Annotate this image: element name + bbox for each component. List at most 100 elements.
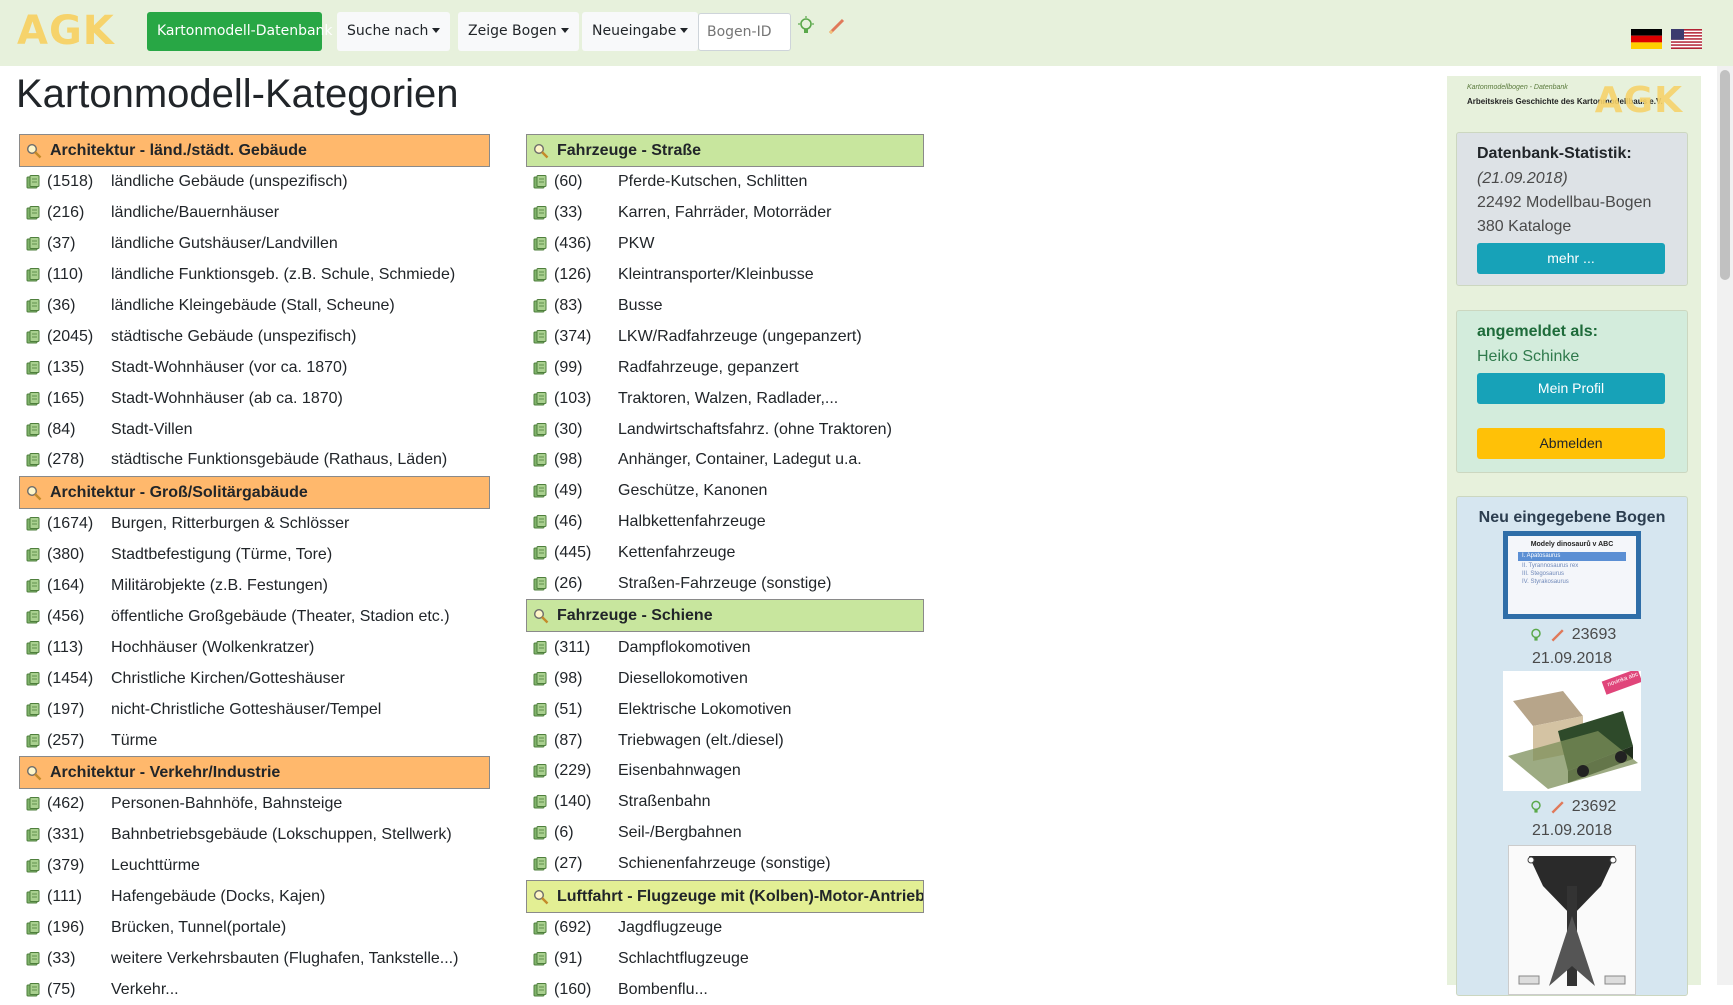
subcategory-label[interactable]: Triebwagen (elt./diesel)	[618, 732, 784, 750]
sheet-thumbnail[interactable]	[1508, 845, 1636, 995]
book-icon[interactable]	[25, 452, 41, 468]
book-icon[interactable]	[532, 391, 548, 407]
lightbulb-icon[interactable]	[796, 16, 816, 36]
subcategory-label[interactable]: Kettenfahrzeuge	[618, 544, 735, 562]
book-icon[interactable]	[25, 516, 41, 532]
subcategory-item[interactable]: (36) ländliche Kleingebäude (Stall, Scheu…	[19, 291, 490, 322]
book-icon[interactable]	[25, 329, 41, 345]
subcategory-item[interactable]: (165) Stadt-Wohnhäuser (ab ca. 1870)	[19, 383, 490, 414]
subcategory-label[interactable]: Burgen, Ritterburgen & Schlösser	[111, 515, 349, 533]
category-header[interactable]: Architektur - Verkehr/Industrie	[19, 756, 490, 790]
book-icon[interactable]	[25, 391, 41, 407]
subcategory-item[interactable]: (380) Stadtbefestigung (Türme, Tore)	[19, 540, 490, 571]
subcategory-label[interactable]: städtische Gebäude (unspezifisch)	[111, 328, 356, 346]
subcategory-label[interactable]: Hafengebäude (Docks, Kajen)	[111, 888, 325, 906]
subcategory-item[interactable]: (110) ländliche Funktionsgeb. (z.B. Schul…	[19, 260, 490, 291]
book-icon[interactable]	[532, 174, 548, 190]
subcategory-item[interactable]: (33) Karren, Fahrräder, Motorräder	[526, 198, 924, 229]
book-icon[interactable]	[25, 702, 41, 718]
subcategory-item[interactable]: (257) Türme	[19, 725, 490, 756]
book-icon[interactable]	[532, 267, 548, 283]
subcategory-item[interactable]: (99) Radfahrzeuge, gepanzert	[526, 352, 924, 383]
pencil-icon[interactable]	[827, 16, 847, 36]
scrollbar-thumb[interactable]	[1720, 70, 1730, 280]
new-entry-menu[interactable]: Neueingabe	[582, 12, 699, 51]
book-icon[interactable]	[25, 205, 41, 221]
search-menu[interactable]: Suche nach	[337, 12, 451, 51]
subcategory-item[interactable]: (1674) Burgen, Ritterburgen & Schlösser	[19, 509, 490, 540]
subcategory-label[interactable]: Anhänger, Container, Ladegut u.a.	[618, 451, 862, 469]
subcategory-label[interactable]: LKW/Radfahrzeuge (ungepanzert)	[618, 328, 862, 346]
book-icon[interactable]	[25, 951, 41, 967]
subcategory-item[interactable]: (140) Straßenbahn	[526, 787, 924, 818]
book-icon[interactable]	[532, 483, 548, 499]
book-icon[interactable]	[532, 702, 548, 718]
book-icon[interactable]	[25, 547, 41, 563]
subcategory-label[interactable]: Stadt-Wohnhäuser (vor ca. 1870)	[111, 359, 347, 377]
database-button[interactable]: Kartonmodell-Datenbank	[147, 12, 333, 51]
subcategory-item[interactable]: (1454) Christliche Kirchen/Gotteshäuser	[19, 663, 490, 694]
subcategory-item[interactable]: (436) PKW	[526, 229, 924, 260]
subcategory-item[interactable]: (216) ländliche/Bauernhäuser	[19, 198, 490, 229]
agk-logo[interactable]: Kartonmodellbogen - Datenbank Arbeitskre…	[1467, 80, 1683, 121]
subcategory-label[interactable]: Geschütze, Kanonen	[618, 482, 767, 500]
subcategory-item[interactable]: (126) Kleintransporter/Kleinbusse	[526, 260, 924, 291]
magnifier-icon[interactable]	[26, 485, 42, 501]
subcategory-item[interactable]: (379) Leuchttürme	[19, 851, 490, 882]
subcategory-item[interactable]: (60) Pferde-Kutschen, Schlitten	[526, 167, 924, 198]
book-icon[interactable]	[25, 858, 41, 874]
book-icon[interactable]	[25, 422, 41, 438]
category-header[interactable]: Architektur - länd./städt. Gebäude	[19, 134, 490, 167]
subcategory-label[interactable]: Radfahrzeuge, gepanzert	[618, 359, 799, 377]
book-icon[interactable]	[532, 329, 548, 345]
sheet-id[interactable]: 23692	[1572, 798, 1617, 816]
pencil-icon[interactable]	[1550, 799, 1566, 815]
show-menu[interactable]: Zeige Bogen	[458, 12, 579, 51]
subcategory-item[interactable]: (445) Kettenfahrzeuge	[526, 538, 924, 569]
category-header[interactable]: Architektur - Groß/Solitärgabäude	[19, 475, 490, 509]
book-icon[interactable]	[532, 545, 548, 561]
book-icon[interactable]	[25, 889, 41, 905]
subcategory-item[interactable]: (26) Straßen-Fahrzeuge (sonstige)	[526, 569, 924, 600]
book-icon[interactable]	[532, 422, 548, 438]
subcategory-label[interactable]: ländliche Kleingebäude (Stall, Scheune)	[111, 297, 395, 315]
subcategory-label[interactable]: Christliche Kirchen/Gotteshäuser	[111, 670, 345, 688]
subcategory-item[interactable]: (331) Bahnbetriebsgebäude (Lokschuppen, S…	[19, 820, 490, 851]
subcategory-item[interactable]: (1518) ländliche Gebäude (unspezifisch)	[19, 167, 490, 198]
book-icon[interactable]	[25, 267, 41, 283]
book-icon[interactable]	[25, 360, 41, 376]
subcategory-label[interactable]: Dampflokomotiven	[618, 639, 751, 657]
subcategory-label[interactable]: Stadtbefestigung (Türme, Tore)	[111, 546, 332, 564]
lightbulb-icon[interactable]	[1528, 799, 1544, 815]
book-icon[interactable]	[532, 576, 548, 592]
book-icon[interactable]	[532, 514, 548, 530]
magnifier-icon[interactable]	[533, 608, 549, 624]
logout-button[interactable]: Abmelden	[1477, 428, 1665, 459]
book-icon[interactable]	[532, 205, 548, 221]
subcategory-item[interactable]: (46) Halbkettenfahrzeuge	[526, 507, 924, 538]
book-icon[interactable]	[532, 982, 548, 998]
book-icon[interactable]	[25, 640, 41, 656]
pencil-icon[interactable]	[1550, 627, 1566, 643]
book-icon[interactable]	[25, 796, 41, 812]
category-header[interactable]: Fahrzeuge - Straße	[526, 134, 924, 167]
subcategory-label[interactable]: Kleintransporter/Kleinbusse	[618, 266, 814, 284]
subcategory-label[interactable]: Verkehr...	[111, 981, 179, 999]
subcategory-label[interactable]: weitere Verkehrsbauten (Flughafen, Tanks…	[111, 950, 458, 968]
subcategory-item[interactable]: (692) Jagdflugzeuge	[526, 913, 924, 944]
subcategory-label[interactable]: ländliche Funktionsgeb. (z.B. Schule, Sc…	[111, 266, 455, 284]
subcategory-label[interactable]: Personen-Bahnhöfe, Bahnsteige	[111, 795, 342, 813]
subcategory-label[interactable]: Schlachtflugzeuge	[618, 950, 749, 968]
subcategory-item[interactable]: (49) Geschütze, Kanonen	[526, 476, 924, 507]
subcategory-item[interactable]: (51) Elektrische Lokomotiven	[526, 694, 924, 725]
book-icon[interactable]	[25, 982, 41, 998]
subcategory-item[interactable]: (456) öffentliche Großgebäude (Theater, S…	[19, 602, 490, 633]
subcategory-item[interactable]: (311) Dampflokomotiven	[526, 632, 924, 663]
category-header[interactable]: Luftfahrt - Flugzeuge mit (Kolben)-Motor…	[526, 879, 924, 913]
bogen-id-input[interactable]	[698, 13, 791, 51]
subcategory-item[interactable]: (98) Anhänger, Container, Ladegut u.a.	[526, 445, 924, 476]
sheet-thumbnail[interactable]: Modely dinosaurů v ABC I. Apatosaurus II…	[1503, 531, 1641, 619]
subcategory-item[interactable]: (374) LKW/Radfahrzeuge (ungepanzert)	[526, 321, 924, 352]
subcategory-label[interactable]: Seil-/Bergbahnen	[618, 824, 742, 842]
subcategory-label[interactable]: Militärobjekte (z.B. Festungen)	[111, 577, 328, 595]
